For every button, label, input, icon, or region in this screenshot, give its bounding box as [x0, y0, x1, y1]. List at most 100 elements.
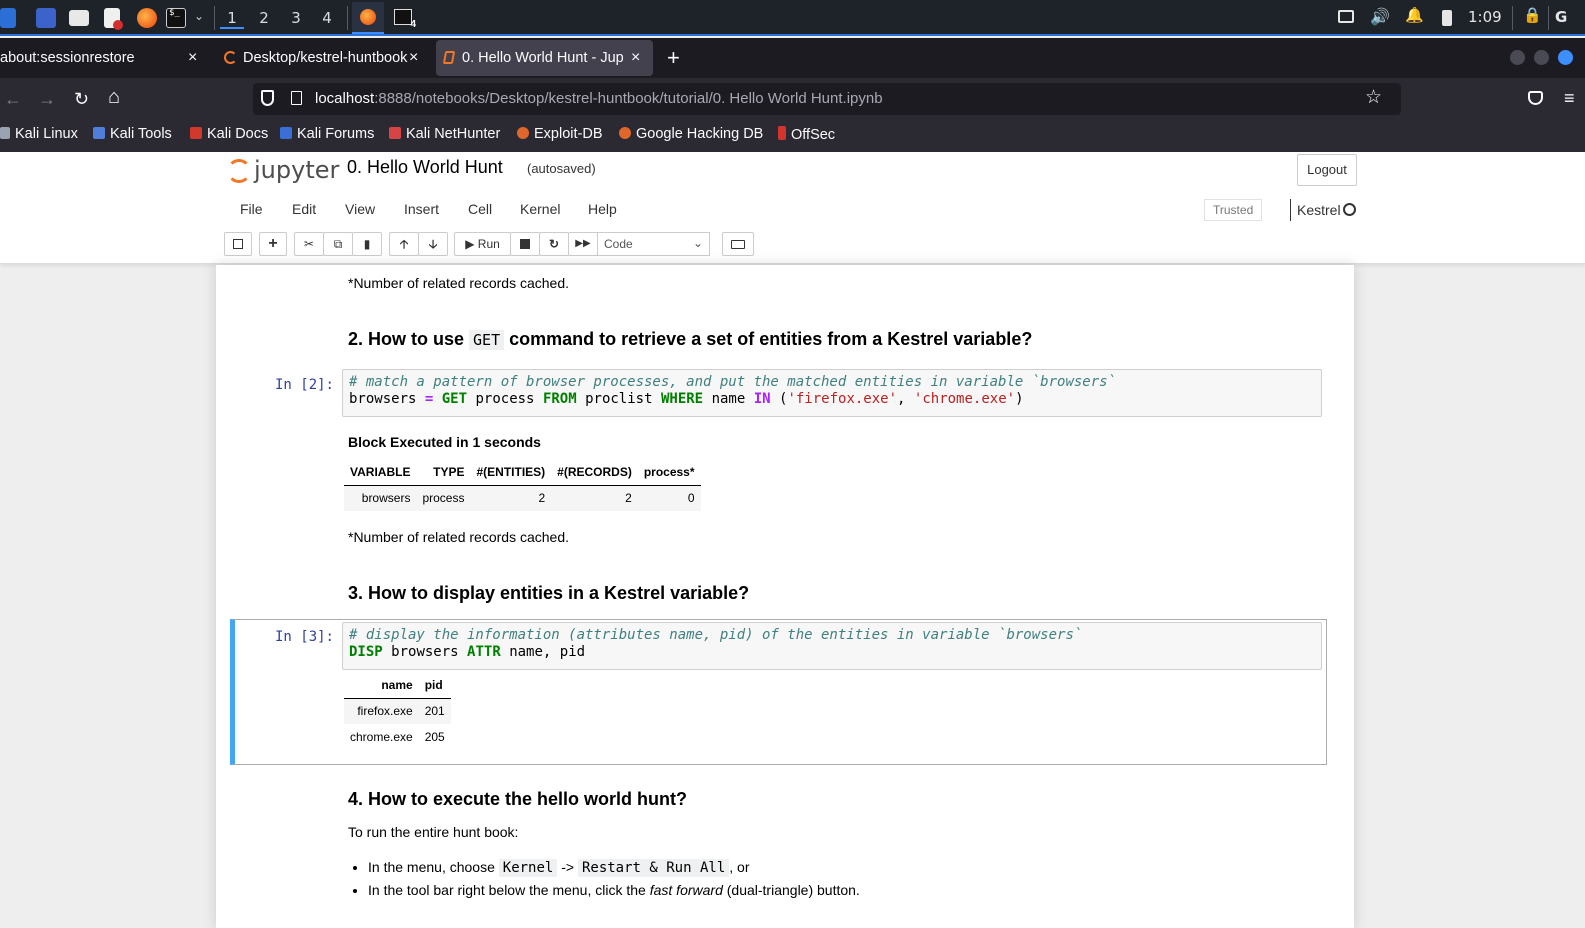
url-bar[interactable]: localhost:8888/notebooks/Desktop/kestrel… — [253, 83, 1401, 115]
forward-icon[interactable]: → — [38, 88, 56, 110]
menu-file[interactable]: File — [240, 201, 263, 217]
firefox-icon — [360, 9, 376, 25]
new-tab-button[interactable]: + — [667, 45, 680, 71]
paste-button[interactable]: ▮ — [352, 232, 382, 256]
notification-bell-icon[interactable]: 🔔 — [1405, 6, 1424, 24]
bookmark-kali-linux[interactable]: Kali Linux — [0, 126, 78, 142]
insert-cell-button[interactable]: + — [259, 232, 287, 256]
taskbar-firefox-window[interactable] — [352, 2, 384, 34]
inline-code: GET — [469, 330, 505, 350]
exploit-db-icon — [517, 127, 529, 139]
shield-icon[interactable] — [261, 90, 274, 106]
tab-hello-world-hunt[interactable]: 0. Hello World Hunt - Jup × — [436, 40, 653, 76]
kernel-name[interactable]: Kestrel — [1290, 199, 1341, 221]
summary-table: VARIABLE TYPE #(ENTITIES) #(RECORDS) pro… — [344, 459, 701, 511]
list-item: In the menu, choose Kernel -> Restart & … — [368, 856, 860, 879]
jupyter-logo-text[interactable]: jupyter — [254, 156, 339, 184]
url-text[interactable]: localhost:8888/notebooks/Desktop/kestrel… — [315, 90, 883, 107]
menu-view[interactable]: View — [345, 201, 375, 217]
trusted-indicator[interactable]: Trusted — [1204, 199, 1263, 221]
copy-button[interactable]: ⧉ — [323, 232, 353, 256]
menu-edit[interactable]: Edit — [292, 201, 316, 217]
reload-icon[interactable]: ↻ — [74, 88, 89, 110]
copy-icon: ⧉ — [333, 237, 343, 251]
menu-cell[interactable]: Cell — [468, 201, 492, 217]
bookmark-kali-nethunter[interactable]: Kali NetHunter — [389, 126, 500, 142]
arrow-up-icon: 🡡 — [399, 237, 409, 251]
workspace-3[interactable]: 3 — [284, 7, 308, 29]
jupyter-logo[interactable] — [226, 156, 252, 186]
browser-tab-strip: about:sessionrestore × Desktop/kestrel-h… — [0, 38, 1585, 78]
window-close-button[interactable] — [1558, 50, 1573, 65]
jupyter-spinner-icon — [224, 51, 237, 64]
menu-insert[interactable]: Insert — [404, 201, 439, 217]
home-icon[interactable]: ⌂ — [108, 86, 120, 108]
file-manager-icon[interactable] — [69, 10, 89, 26]
bookmark-kali-docs[interactable]: Kali Docs — [190, 126, 268, 142]
save-button[interactable] — [224, 232, 252, 256]
workspace-2[interactable]: 2 — [252, 7, 276, 29]
fast-forward-icon: ▶▶ — [575, 238, 591, 249]
close-icon[interactable]: × — [188, 40, 197, 76]
volume-icon[interactable]: 🔊 — [1370, 7, 1390, 26]
page-icon[interactable] — [291, 91, 302, 105]
bookmark-star-icon[interactable]: ☆ — [1365, 86, 1382, 109]
bookmark-kali-forums[interactable]: Kali Forums — [280, 126, 374, 142]
kali-docs-icon — [190, 127, 202, 139]
back-icon[interactable]: ← — [4, 88, 22, 110]
kernel-idle-indicator-icon — [1343, 203, 1356, 216]
logout-button[interactable]: Logout — [1297, 154, 1357, 186]
code-line: DISP browsers ATTR name, pid — [349, 644, 586, 660]
code-cell-input[interactable]: # match a pattern of browser processes, … — [342, 369, 1322, 417]
bookmark-kali-tools[interactable]: Kali Tools — [93, 126, 172, 142]
cut-button[interactable]: ✂ — [294, 232, 324, 256]
tab-huntbook-dir[interactable]: Desktop/kestrel-huntbook × — [216, 40, 432, 76]
menu-kernel[interactable]: Kernel — [520, 201, 560, 217]
screen-icon[interactable] — [1338, 10, 1354, 23]
kali-forums-icon — [280, 127, 292, 139]
bookmark-offsec[interactable]: OffSec — [778, 126, 835, 143]
kali-menu-icon[interactable] — [0, 8, 16, 28]
move-up-button[interactable]: 🡡 — [389, 232, 419, 256]
lock-icon[interactable]: 🔒 — [1523, 6, 1542, 24]
firefox-icon[interactable] — [137, 8, 157, 28]
browser-nav-bar: ← → ↻ ⌂ localhost:8888/notebooks/Desktop… — [0, 78, 1585, 120]
jupyter-logo-icon — [227, 159, 251, 183]
battery-icon[interactable] — [1442, 10, 1452, 26]
close-icon[interactable]: × — [631, 40, 640, 76]
restart-run-all-button[interactable]: ▶▶ — [568, 232, 598, 256]
show-desktop-icon[interactable] — [36, 8, 56, 28]
interrupt-button[interactable] — [510, 232, 540, 256]
restart-button[interactable]: ↻ — [539, 232, 569, 256]
power-menu-icon[interactable]: G — [1555, 8, 1567, 26]
workspace-1[interactable]: 1 — [220, 7, 244, 29]
code-comment: # display the information (attributes na… — [349, 627, 1083, 643]
table-header: pid — [418, 672, 451, 699]
command-palette-button[interactable] — [722, 232, 754, 256]
kali-nethunter-icon — [389, 127, 401, 139]
clock[interactable]: 1:09 — [1468, 8, 1502, 26]
notebook-name[interactable]: 0. Hello World Hunt — [347, 157, 503, 178]
pocket-icon[interactable] — [1528, 91, 1543, 105]
display-table: name pid firefox.exe 201 chrome.exe 205 — [344, 672, 451, 750]
tab-sessionrestore[interactable]: about:sessionrestore × — [0, 40, 208, 76]
run-button[interactable]: ▶ Run — [454, 232, 511, 256]
taskbar-terminal-window[interactable]: 4 — [394, 9, 416, 30]
code-cell-input[interactable]: # display the information (attributes na… — [342, 622, 1322, 670]
cell-type-select[interactable]: Code ⌄ — [597, 232, 710, 256]
menu-help[interactable]: Help — [588, 201, 617, 217]
text-editor-icon[interactable] — [104, 8, 123, 30]
move-down-button[interactable]: 🡣 — [418, 232, 448, 256]
table-header: TYPE — [416, 459, 471, 486]
workspace-4[interactable]: 4 — [315, 7, 339, 29]
window-maximize-button[interactable] — [1534, 50, 1549, 65]
restart-icon: ↻ — [548, 237, 560, 251]
bookmark-exploit-db[interactable]: Exploit-DB — [517, 126, 603, 142]
terminal-icon[interactable]: $_ — [166, 8, 186, 28]
chevron-down-icon[interactable]: ⌄ — [194, 9, 204, 23]
close-icon[interactable]: × — [409, 40, 418, 76]
tab-label: about:sessionrestore — [0, 50, 135, 66]
window-minimize-button[interactable] — [1510, 50, 1525, 65]
hamburger-menu-icon[interactable]: ≡ — [1564, 87, 1575, 109]
bookmark-google-hacking-db[interactable]: Google Hacking DB — [619, 126, 763, 142]
